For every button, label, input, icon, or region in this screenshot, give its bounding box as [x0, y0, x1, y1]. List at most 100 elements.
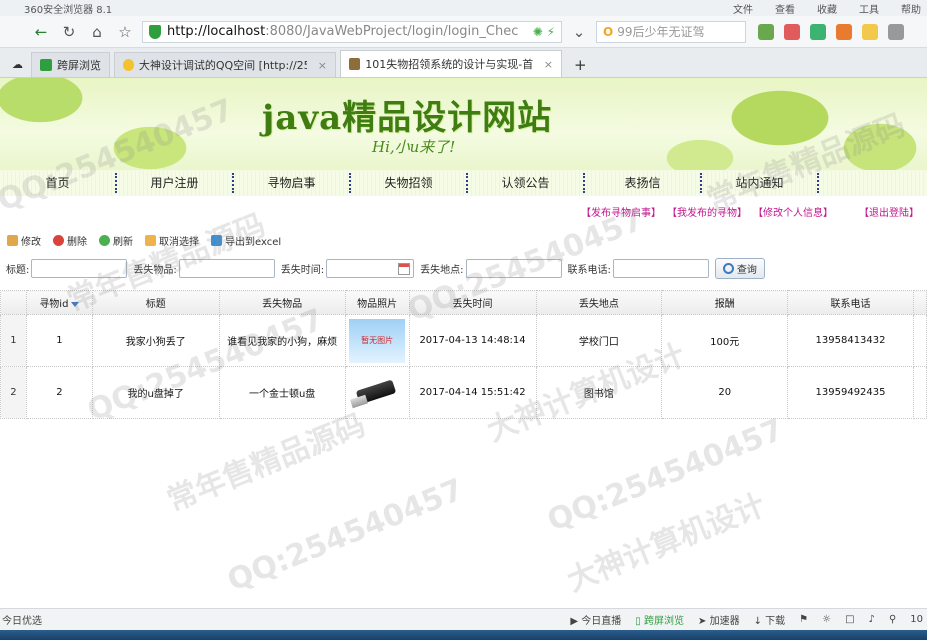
status-download[interactable]: ↓ 下载: [754, 612, 786, 627]
menu-view[interactable]: 查看: [775, 1, 795, 16]
refresh-button[interactable]: 刷新: [99, 233, 133, 248]
nav-home[interactable]: 首页: [0, 173, 117, 193]
export-excel-button[interactable]: 导出到excel: [211, 233, 281, 248]
cell-title: 我的u盘掉了: [91, 366, 220, 419]
nav-claim-notice[interactable]: 认领公告: [468, 173, 585, 193]
status-live[interactable]: ▶ 今日直播: [570, 612, 621, 627]
refresh-icon[interactable]: ↻: [58, 21, 80, 43]
emoji-icon[interactable]: [888, 23, 904, 40]
nav-praise-letter[interactable]: 表扬信: [585, 173, 702, 193]
tab-qq-space[interactable]: 大神设计调试的QQ空间 [http://2545 ×: [114, 52, 336, 77]
header-phone[interactable]: 联系电话: [787, 290, 914, 315]
watermark-qq: QQ:254540457: [222, 472, 469, 599]
window-icon[interactable]: □: [845, 614, 854, 625]
nav-register[interactable]: 用户注册: [117, 173, 234, 193]
search-filters: 标题: 丢失物品: 丢失时间: 丢失地点: 联系电话: 查询: [0, 256, 927, 280]
phone-icon: ▯: [635, 616, 641, 627]
tab-cross-screen[interactable]: 跨屏浏览: [31, 52, 110, 77]
table-row[interactable]: 1 1 我家小狗丢了 谁看见我家的小狗，麻烦 暂无图片 2017-04-13 1…: [0, 314, 927, 367]
close-icon[interactable]: ×: [544, 58, 553, 71]
cancel-select-button[interactable]: 取消选择: [145, 233, 199, 248]
main-nav: 首页 用户注册 寻物启事 失物招领 认领公告 表扬信 站内通知: [0, 170, 927, 196]
status-cross-screen[interactable]: ▯ 跨屏浏览: [635, 612, 684, 627]
site-banner: java精品设计网站 Hi,小u来了!: [0, 78, 927, 170]
cell-photo: 暂无图片: [344, 314, 410, 367]
translate-icon[interactable]: [836, 23, 852, 40]
cell-reward: 20: [661, 366, 789, 419]
header-photo[interactable]: 物品照片: [344, 290, 410, 315]
watermark-design: 大神计算机设计: [562, 487, 771, 599]
title-input[interactable]: [31, 258, 128, 278]
phone-input[interactable]: [612, 258, 709, 278]
star-icon[interactable]: ☆: [114, 21, 136, 43]
delete-button[interactable]: 删除: [53, 233, 87, 248]
menu-file[interactable]: 文件: [733, 1, 753, 16]
mail-icon[interactable]: [784, 23, 800, 40]
link-publish-lost[interactable]: 【发布寻物启事】: [581, 204, 661, 219]
edit-button[interactable]: 修改: [7, 233, 41, 248]
query-label: 查询: [736, 264, 757, 276]
tab-homepage[interactable]: 101失物招领系统的设计与实现-首页 ×: [340, 50, 562, 77]
edit-label: 修改: [21, 236, 41, 248]
home-icon[interactable]: ⌂: [86, 21, 108, 43]
wallet-icon[interactable]: [810, 23, 826, 40]
place-input[interactable]: [465, 258, 562, 278]
tab-restore-icon[interactable]: ☁: [8, 52, 27, 77]
header-title[interactable]: 标题: [91, 290, 220, 315]
query-button[interactable]: 查询: [714, 257, 765, 279]
search-text: 99后少年无证驾: [617, 25, 705, 39]
header-id[interactable]: 寻物id: [25, 290, 93, 315]
search-input[interactable]: O 99后少年无证驾: [596, 20, 746, 43]
usb-drive-thumbnail: [349, 370, 406, 415]
search-engine-icon: O: [603, 24, 614, 39]
os-taskbar: [0, 630, 927, 640]
new-tab-plus-icon[interactable]: +: [566, 52, 595, 77]
pencil-icon: [7, 234, 18, 246]
header-reward[interactable]: 报酬: [661, 290, 789, 315]
cell-filler: [912, 314, 927, 367]
goods-input[interactable]: [178, 258, 275, 278]
extension-bar: [758, 23, 904, 40]
link-edit-profile[interactable]: 【修改个人信息】: [753, 204, 833, 219]
browser-statusbar: 今日优选 ▶ 今日直播 ▯ 跨屏浏览 ➤ 加速器 ↓ 下载 ⚑ ☼ □ ♪ ⚲ …: [0, 608, 927, 630]
screenshot-icon[interactable]: [862, 23, 878, 40]
browser-titlebar: 360安全浏览器 8.1 文件 查看 收藏 工具 帮助: [0, 0, 927, 16]
flag-icon[interactable]: ⚑: [799, 614, 808, 625]
row-number: 2: [0, 366, 27, 419]
site-title: java精品设计网站: [262, 98, 553, 138]
ie-icon[interactable]: ☼: [822, 614, 831, 625]
status-accelerator[interactable]: ➤ 加速器: [698, 612, 740, 627]
time-input[interactable]: [326, 258, 415, 278]
apps-icon[interactable]: [758, 23, 774, 40]
close-icon[interactable]: ×: [318, 59, 327, 72]
cell-phone: 13959492435: [787, 366, 914, 419]
status-daily-picks[interactable]: 今日优选: [2, 612, 42, 627]
data-grid: 寻物id 标题 丢失物品 物品照片 丢失时间 丢失地点 报酬 联系电话 1 1 …: [0, 290, 927, 419]
status-zoom[interactable]: 10: [910, 614, 923, 625]
link-my-lost[interactable]: 【我发布的寻物】: [667, 204, 747, 219]
nav-site-notice[interactable]: 站内通知: [702, 173, 819, 193]
header-goods[interactable]: 丢失物品: [218, 290, 346, 315]
chevron-down-icon[interactable]: ⌄: [568, 21, 590, 43]
grid-header-row: 寻物id 标题 丢失物品 物品照片 丢失时间 丢失地点 报酬 联系电话: [0, 290, 927, 315]
row-number: 1: [0, 314, 27, 367]
site-subtitle: Hi,小u来了!: [372, 138, 456, 156]
header-time[interactable]: 丢失时间: [408, 290, 537, 315]
zoom-icon[interactable]: ⚲: [889, 614, 896, 625]
speaker-icon[interactable]: ♪: [869, 614, 875, 625]
menu-help[interactable]: 帮助: [901, 1, 921, 16]
back-arrow-icon[interactable]: ←: [30, 21, 52, 43]
browser-app-title: 360安全浏览器 8.1: [24, 4, 113, 16]
status-accel-label: 加速器: [709, 616, 740, 627]
menu-tools[interactable]: 工具: [859, 1, 879, 16]
url-input[interactable]: http://localhost:8080/JavaWebProject/log…: [142, 20, 562, 43]
menu-favorites[interactable]: 收藏: [817, 1, 837, 16]
link-logout[interactable]: 【退出登陆】: [859, 204, 919, 219]
nav-found-notice[interactable]: 失物招领: [351, 173, 468, 193]
cell-goods: 一个金士顿u盘: [218, 366, 346, 419]
table-row[interactable]: 2 2 我的u盘掉了 一个金士顿u盘 2017-04-14 15:51:42 图…: [0, 366, 927, 419]
sort-desc-icon[interactable]: [71, 301, 80, 307]
nav-lost-notice[interactable]: 寻物启事: [234, 173, 351, 193]
url-tools-icon[interactable]: ✺ ⚡: [533, 25, 555, 39]
header-place[interactable]: 丢失地点: [535, 290, 663, 315]
